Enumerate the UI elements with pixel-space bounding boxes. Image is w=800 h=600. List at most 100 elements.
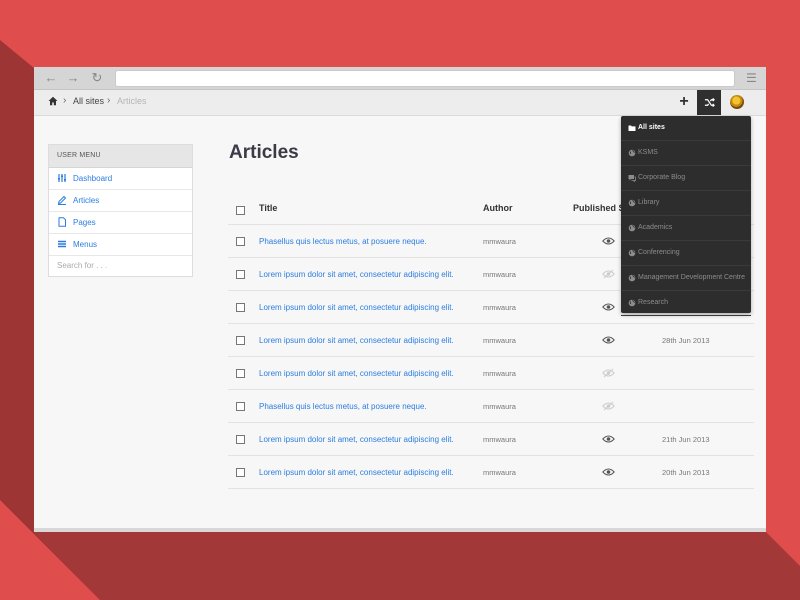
sidebar-item-label: Pages: [73, 218, 96, 227]
article-title-link[interactable]: Lorem ipsum dolor sit amet, consectetur …: [259, 369, 454, 378]
article-date: 21th Jun 2013: [662, 435, 710, 444]
table-row: Lorem ipsum dolor sit amet, consectetur …: [228, 423, 754, 456]
eye-icon[interactable]: [602, 302, 615, 312]
page-title: Articles: [229, 142, 299, 163]
site-menu-item[interactable]: Library: [621, 191, 751, 216]
table-row: Phasellus quis lectus metus, at posuere …: [228, 390, 754, 423]
eye-icon[interactable]: [602, 434, 615, 444]
article-title-link[interactable]: Phasellus quis lectus metus, at posuere …: [259, 237, 427, 246]
home-icon[interactable]: [48, 96, 58, 106]
add-icon[interactable]: +: [675, 93, 693, 111]
back-arrow-icon[interactable]: ←: [44, 71, 58, 85]
table-row: Lorem ipsum dolor sit amet, consectetur …: [228, 456, 754, 489]
user-menu-header: USER MENU: [49, 145, 192, 168]
site-menu-item[interactable]: Research: [621, 291, 751, 316]
sliders-icon: [58, 174, 66, 182]
row-checkbox[interactable]: [236, 369, 245, 378]
eye-icon[interactable]: [602, 236, 615, 246]
site-menu-label: Corporate Blog: [638, 174, 686, 181]
page-icon: [58, 217, 66, 227]
site-menu-label: Academics: [638, 224, 673, 231]
globe-icon: [628, 249, 636, 257]
article-author: mmwaura: [483, 402, 516, 411]
article-author: mmwaura: [483, 237, 516, 246]
article-author: mmwaura: [483, 303, 516, 312]
site-menu-label: All sites: [638, 124, 665, 131]
switch-site-button[interactable]: [697, 90, 721, 115]
shuffle-icon: [704, 97, 715, 108]
row-checkbox[interactable]: [236, 336, 245, 345]
article-title-link[interactable]: Lorem ipsum dolor sit amet, consectetur …: [259, 336, 454, 345]
sidebar-search-input[interactable]: Search for . . .: [49, 256, 192, 276]
sites-dropdown: All sites KSMS Corporate Blog Library Academ…: [621, 116, 751, 316]
globe-icon: [628, 199, 636, 207]
article-title-link[interactable]: Lorem ipsum dolor sit amet, consectetur …: [259, 270, 454, 279]
reload-icon[interactable]: ↻: [90, 71, 104, 85]
article-date: 20th Jun 2013: [662, 468, 710, 477]
row-checkbox[interactable]: [236, 270, 245, 279]
site-menu-item[interactable]: Corporate Blog: [621, 166, 751, 191]
row-checkbox[interactable]: [236, 468, 245, 477]
forward-arrow-icon[interactable]: →: [66, 71, 80, 85]
eye-off-icon[interactable]: [602, 368, 615, 378]
sidebar-item-label: Dashboard: [73, 174, 113, 183]
sidebar-item-articles[interactable]: Articles: [49, 190, 192, 212]
site-menu-item[interactable]: Management Development Centre: [621, 266, 751, 291]
table-row: Lorem ipsum dolor sit amet, consectetur …: [228, 357, 754, 390]
sidebar-item-label: Menus: [73, 240, 98, 249]
site-menu-label: Conferencing: [638, 249, 680, 256]
globe-icon: [628, 299, 636, 307]
globe-icon: [628, 149, 636, 157]
pencil-icon: [57, 195, 67, 205]
browser-window: ← → ↻ ☰ › All sites › Articles + USER ME…: [34, 67, 766, 532]
sidebar-item-pages[interactable]: Pages: [49, 212, 192, 234]
select-all-checkbox[interactable]: [236, 206, 245, 215]
article-author: mmwaura: [483, 435, 516, 444]
column-title[interactable]: Title: [259, 203, 277, 213]
article-author: mmwaura: [483, 369, 516, 378]
row-checkbox[interactable]: [236, 237, 245, 246]
site-menu-item[interactable]: All sites: [621, 116, 751, 141]
app-topbar: › All sites › Articles +: [34, 90, 766, 116]
globe-icon: [628, 274, 636, 282]
article-title-link[interactable]: Lorem ipsum dolor sit amet, consectetur …: [259, 468, 454, 477]
sidebar-item-dashboard[interactable]: Dashboard: [49, 168, 192, 190]
article-title-link[interactable]: Phasellus quis lectus metus, at posuere …: [259, 402, 427, 411]
chat-icon: [628, 175, 636, 182]
eye-icon[interactable]: [602, 467, 615, 477]
browser-toolbar: ← → ↻ ☰: [34, 67, 766, 90]
chevron-right-icon: ›: [107, 95, 111, 106]
row-checkbox[interactable]: [236, 435, 245, 444]
article-author: mmwaura: [483, 270, 516, 279]
sidebar-item-menus[interactable]: Menus: [49, 234, 192, 256]
browser-menu-icon[interactable]: ☰: [746, 71, 758, 85]
article-author: mmwaura: [483, 468, 516, 477]
site-menu-label: Library: [638, 199, 660, 206]
window-bottom-edge: [34, 528, 766, 532]
site-menu-item[interactable]: KSMS: [621, 141, 751, 166]
eye-icon[interactable]: [602, 335, 615, 345]
row-checkbox[interactable]: [236, 402, 245, 411]
eye-off-icon[interactable]: [602, 401, 615, 411]
avatar[interactable]: [730, 95, 744, 109]
eye-off-icon[interactable]: [602, 269, 615, 279]
site-menu-item[interactable]: Conferencing: [621, 241, 751, 266]
article-date: 28th Jun 2013: [662, 336, 710, 345]
globe-icon: [628, 224, 636, 232]
sidebar-item-label: Articles: [73, 196, 100, 205]
breadcrumb-current: Articles: [117, 96, 147, 106]
article-title-link[interactable]: Lorem ipsum dolor sit amet, consectetur …: [259, 435, 454, 444]
address-bar[interactable]: [115, 70, 735, 87]
article-title-link[interactable]: Lorem ipsum dolor sit amet, consectetur …: [259, 303, 454, 312]
column-published[interactable]: Published S: [573, 203, 625, 213]
site-menu-item[interactable]: Academics: [621, 216, 751, 241]
list-icon: [58, 240, 66, 248]
column-author[interactable]: Author: [483, 203, 513, 213]
breadcrumb-all-sites[interactable]: All sites: [73, 96, 104, 106]
article-author: mmwaura: [483, 336, 516, 345]
chevron-right-icon: ›: [63, 95, 67, 106]
row-checkbox[interactable]: [236, 303, 245, 312]
site-menu-label: KSMS: [638, 149, 658, 156]
folder-icon: [628, 125, 636, 131]
table-row: Lorem ipsum dolor sit amet, consectetur …: [228, 324, 754, 357]
